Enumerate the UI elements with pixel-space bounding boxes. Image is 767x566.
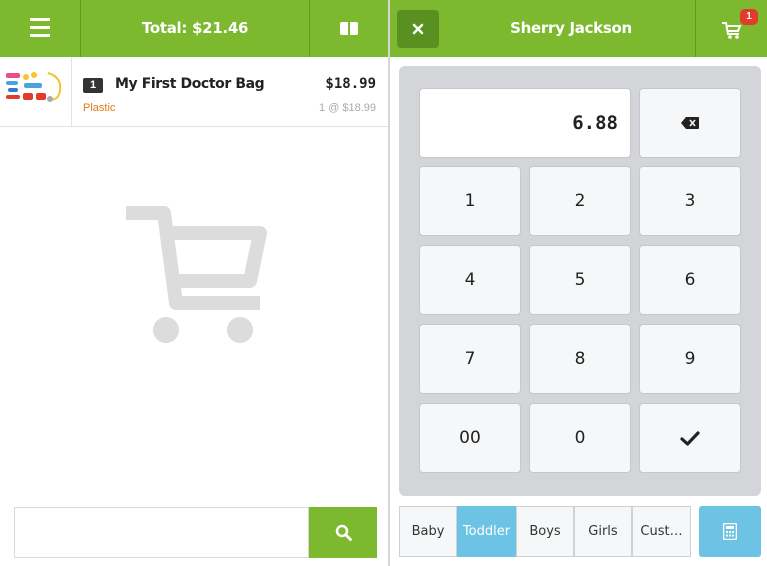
order-total: Total: $21.46: [141, 19, 249, 37]
keypad: 6.88 1 2 3 4 5 6 7 8 9 00 0: [399, 66, 761, 496]
customer-name: Sherry Jackson: [510, 19, 632, 37]
cart-icon: [722, 22, 742, 39]
customer-display-button[interactable]: [310, 0, 388, 57]
amount-display: 6.88: [419, 88, 631, 158]
tab-baby[interactable]: Baby: [399, 506, 457, 557]
item-unit-price: 1 @ $18.99: [318, 102, 376, 114]
key-4[interactable]: 4: [419, 245, 521, 315]
tab-custom[interactable]: Cust…: [632, 506, 691, 557]
item-quantity-badge: 1: [83, 78, 103, 93]
backspace-key[interactable]: [639, 88, 741, 158]
close-icon: [412, 23, 424, 35]
cart-placeholder-icon: [126, 206, 267, 343]
check-icon: [680, 430, 700, 446]
key-0[interactable]: 0: [529, 403, 631, 473]
item-name: My First Doctor Bag: [115, 76, 265, 92]
screen-icon: [340, 22, 358, 35]
calculator-icon: [723, 523, 737, 540]
key-8[interactable]: 8: [529, 324, 631, 394]
cart-line-item[interactable]: 1 My First Doctor Bag Plastic $18.99 1 @…: [0, 57, 388, 127]
left-header: Total: $21.46: [0, 0, 388, 57]
item-price: $18.99: [325, 76, 376, 92]
search-button[interactable]: [309, 507, 377, 558]
right-header: Sherry Jackson 1: [390, 0, 767, 57]
key-7[interactable]: 7: [419, 324, 521, 394]
calculator-button[interactable]: [699, 506, 761, 557]
search-icon: [335, 524, 352, 541]
key-1[interactable]: 1: [419, 166, 521, 236]
doctor-bag-toys-icon: [6, 72, 62, 102]
cart-count-badge: 1: [740, 9, 758, 25]
key-5[interactable]: 5: [529, 245, 631, 315]
key-9[interactable]: 9: [639, 324, 741, 394]
menu-button[interactable]: [0, 0, 80, 57]
tab-boys[interactable]: Boys: [516, 506, 574, 557]
cart-panel: 1 My First Doctor Bag Plastic $18.99 1 @…: [0, 57, 388, 566]
search-input[interactable]: [14, 507, 309, 558]
backspace-icon: [681, 117, 699, 129]
product-thumbnail: [0, 57, 72, 127]
key-3[interactable]: 3: [639, 166, 741, 236]
menu-icon: [30, 18, 50, 38]
confirm-key[interactable]: [639, 403, 741, 473]
key-00[interactable]: 00: [419, 403, 521, 473]
item-variant: Plastic: [83, 102, 116, 114]
cart-button[interactable]: 1: [696, 0, 767, 57]
tab-toddler[interactable]: Toddler: [457, 506, 516, 557]
tab-girls[interactable]: Girls: [574, 506, 632, 557]
close-button[interactable]: [397, 10, 439, 48]
pane-divider: [388, 0, 390, 566]
key-2[interactable]: 2: [529, 166, 631, 236]
key-6[interactable]: 6: [639, 245, 741, 315]
